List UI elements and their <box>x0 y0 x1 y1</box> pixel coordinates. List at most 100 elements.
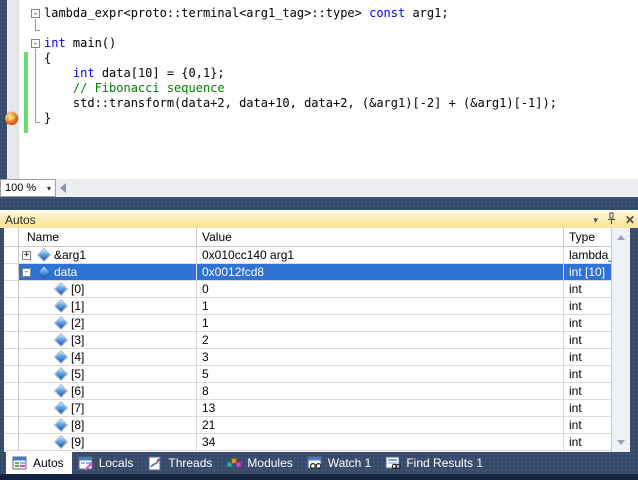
value-cell[interactable]: 1 <box>197 298 564 315</box>
table-row[interactable]: [9]34int <box>4 434 611 451</box>
name-cell[interactable]: [5] <box>19 366 197 383</box>
name-cell[interactable]: [0] <box>19 281 197 298</box>
name-cell[interactable]: [2] <box>19 315 197 332</box>
column-header-value[interactable]: Value <box>197 228 564 246</box>
table-row[interactable]: [0]0int <box>4 281 611 298</box>
tab-find-results-1[interactable]: Find Results 1 <box>379 452 491 474</box>
name-cell[interactable]: [1] <box>19 298 197 315</box>
code-text: } <box>44 111 51 126</box>
variable-icon <box>55 283 66 294</box>
name-cell[interactable]: [9] <box>19 434 197 451</box>
scroll-left-arrow-icon[interactable] <box>60 183 66 193</box>
tab-threads[interactable]: Threads <box>141 452 220 474</box>
name-cell[interactable]: -data <box>19 264 197 281</box>
fold-collapse-icon[interactable]: - <box>31 39 40 48</box>
autos-title-bar[interactable]: Autos ▾ ✕ <box>0 210 638 228</box>
table-row[interactable]: [6] 8int <box>4 383 611 400</box>
close-icon[interactable]: ✕ <box>625 211 635 229</box>
code-line[interactable]: int data[10] = {0,1}; <box>0 66 638 81</box>
code-line[interactable]: std::transform(data+2, data+10, data+2, … <box>0 96 638 111</box>
value-cell[interactable]: 1 <box>197 315 564 332</box>
scroll-up-arrow-icon[interactable] <box>617 235 625 240</box>
pin-icon[interactable] <box>607 212 616 228</box>
column-header-type[interactable]: Type <box>564 228 611 246</box>
tab-watch-1[interactable]: Watch 1 <box>301 452 380 474</box>
row-margin-cell <box>4 281 19 298</box>
variable-icon <box>55 385 66 396</box>
variable-name: [0] <box>71 282 84 296</box>
variable-name: [3] <box>71 333 84 347</box>
variable-icon <box>55 351 66 362</box>
value-cell[interactable]: 0 <box>197 281 564 298</box>
code-text: int data[10] = {0,1}; <box>44 66 225 81</box>
type-cell: int <box>564 332 611 349</box>
watch-icon <box>307 456 323 471</box>
code-line[interactable]: { <box>0 51 638 66</box>
type-cell: int <box>564 400 611 417</box>
code-line[interactable]: // Fibonacci sequence <box>0 81 638 96</box>
code-editor[interactable]: -lambda_expr<proto::terminal<arg1_tag>::… <box>0 0 638 179</box>
variable-icon <box>55 402 66 413</box>
tab-label: Modules <box>247 456 292 470</box>
tab-autos[interactable]: Autos <box>6 452 72 474</box>
collapse-icon[interactable]: - <box>22 268 31 277</box>
code-line[interactable]: -int main() <box>0 36 638 51</box>
table-row[interactable]: [8]21int <box>4 417 611 434</box>
visual-studio-debug-window: -lambda_expr<proto::terminal<arg1_tag>::… <box>0 0 638 480</box>
value-cell[interactable]: 13 <box>197 400 564 417</box>
value-cell[interactable]: 5 <box>197 366 564 383</box>
value-cell[interactable]: 0x010cc140 arg1 <box>197 247 564 264</box>
name-cell[interactable]: + &arg1 <box>19 247 197 264</box>
table-row[interactable]: [3] 2int <box>4 332 611 349</box>
value-cell[interactable]: 3 <box>197 349 564 366</box>
variable-name: [6] <box>71 384 84 398</box>
code-lines: -lambda_expr<proto::terminal<arg1_tag>::… <box>0 6 638 126</box>
name-cell[interactable]: [3] <box>19 332 197 349</box>
table-row[interactable]: [2]1int <box>4 315 611 332</box>
variable-icon <box>55 317 66 328</box>
grid-header-margin <box>4 228 19 246</box>
code-line[interactable] <box>0 21 638 36</box>
type-cell: int <box>564 298 611 315</box>
tab-locals[interactable]: Locals <box>72 452 142 474</box>
variable-icon <box>55 419 66 430</box>
scroll-down-arrow-icon[interactable] <box>617 440 625 445</box>
value-cell[interactable]: 2 <box>197 332 564 349</box>
value-cell[interactable]: 8 <box>197 383 564 400</box>
variable-name: [2] <box>71 316 84 330</box>
table-row[interactable]: [4]3int <box>4 349 611 366</box>
value-cell[interactable]: 0x0012fcd8 <box>197 264 564 281</box>
name-cell[interactable]: [7] <box>19 400 197 417</box>
table-row[interactable]: -data0x0012fcd8int [10] <box>4 264 611 281</box>
variable-name: &arg1 <box>54 248 86 262</box>
variable-icon <box>38 249 49 260</box>
row-margin-cell <box>4 366 19 383</box>
vertical-scrollbar[interactable] <box>611 228 630 452</box>
expand-icon[interactable]: + <box>22 251 31 260</box>
window-position-icon[interactable]: ▾ <box>593 211 598 229</box>
name-cell[interactable]: [4] <box>19 349 197 366</box>
name-cell[interactable]: [8] <box>19 417 197 434</box>
zoom-level-value: 100 % <box>5 182 36 194</box>
table-row[interactable]: [5]5int <box>4 366 611 383</box>
type-cell: int <box>564 383 611 400</box>
table-row[interactable]: [7]13int <box>4 400 611 417</box>
zoom-level-dropdown[interactable]: 100 % ▾ <box>0 179 56 197</box>
value-cell[interactable]: 34 <box>197 434 564 451</box>
name-cell[interactable]: [6] <box>19 383 197 400</box>
table-row[interactable]: [1]1int <box>4 298 611 315</box>
type-cell: int [10] <box>564 264 611 281</box>
code-line[interactable]: -lambda_expr<proto::terminal<arg1_tag>::… <box>0 6 638 21</box>
code-line[interactable]: } <box>0 111 638 126</box>
variable-icon <box>55 368 66 379</box>
autos-variable-grid: Name Value Type +&arg10x010cc140 arg1lam… <box>4 228 630 452</box>
fold-collapse-icon[interactable]: - <box>31 9 40 18</box>
row-margin-cell <box>4 349 19 366</box>
row-margin-cell <box>4 264 19 281</box>
horizontal-scrollbar[interactable] <box>56 179 638 197</box>
value-cell[interactable]: 21 <box>197 417 564 434</box>
column-header-name[interactable]: Name <box>19 228 197 246</box>
table-row[interactable]: +&arg10x010cc140 arg1lambda_ <box>4 247 611 264</box>
tab-modules[interactable]: Modules <box>220 452 300 474</box>
variable-icon <box>55 436 66 447</box>
